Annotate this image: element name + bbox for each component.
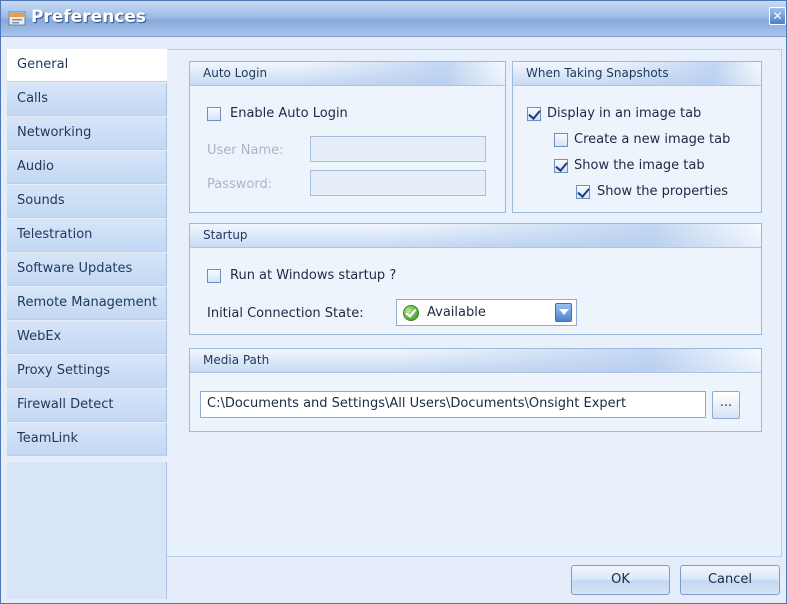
auto-login-header: Auto Login: [190, 62, 505, 86]
snapshots-header: When Taking Snapshots: [513, 62, 761, 86]
enable-auto-login-checkbox[interactable]: [207, 107, 221, 121]
sidebar-empty-area: [7, 462, 167, 599]
sidebar-item-remote-management[interactable]: Remote Management: [7, 287, 167, 320]
media-path-header: Media Path: [190, 349, 761, 373]
sidebar-item-audio[interactable]: Audio: [7, 151, 167, 184]
cancel-button[interactable]: Cancel: [680, 565, 780, 595]
preferences-window: Preferences ✕ General Calls Networking A…: [0, 0, 787, 604]
username-field[interactable]: [310, 136, 486, 162]
create-new-image-tab-label[interactable]: Create a new image tab: [574, 132, 730, 147]
sidebar-item-firewall-detect[interactable]: Firewall Detect: [7, 389, 167, 422]
window-title: Preferences: [31, 7, 147, 27]
username-label: User Name:: [207, 143, 284, 158]
connection-state-value: Available: [427, 305, 486, 320]
sidebar-item-software-updates[interactable]: Software Updates: [7, 253, 167, 286]
title-bar[interactable]: Preferences ✕: [1, 1, 786, 37]
sidebar-item-webex[interactable]: WebEx: [7, 321, 167, 354]
available-status-icon: [403, 305, 419, 321]
show-image-tab-label[interactable]: Show the image tab: [574, 158, 705, 173]
sidebar-item-telestration[interactable]: Telestration: [7, 219, 167, 252]
display-image-tab-checkbox[interactable]: [527, 107, 541, 121]
auto-login-group: Auto Login Enable Auto Login User Name: …: [189, 61, 506, 213]
display-image-tab-label[interactable]: Display in an image tab: [547, 106, 701, 121]
sidebar-item-proxy-settings[interactable]: Proxy Settings: [7, 355, 167, 388]
sidebar-item-sounds[interactable]: Sounds: [7, 185, 167, 218]
run-at-startup-label[interactable]: Run at Windows startup ?: [230, 268, 396, 283]
auto-login-title: Auto Login: [203, 66, 268, 80]
chevron-down-icon[interactable]: [555, 303, 572, 322]
media-path-field[interactable]: C:\Documents and Settings\All Users\Docu…: [200, 391, 706, 418]
general-settings-panel: Auto Login Enable Auto Login User Name: …: [167, 49, 782, 557]
sidebar-item-general[interactable]: General: [7, 49, 168, 82]
ok-button[interactable]: OK: [571, 565, 670, 595]
connection-state-label: Initial Connection State:: [207, 306, 364, 321]
category-sidebar: General Calls Networking Audio Sounds Te…: [7, 49, 168, 599]
sidebar-item-teamlink[interactable]: TeamLink: [7, 423, 167, 456]
media-path-group: Media Path C:\Documents and Settings\All…: [189, 348, 762, 432]
close-button[interactable]: ✕: [769, 7, 786, 25]
show-properties-checkbox[interactable]: [576, 185, 590, 199]
media-path-title: Media Path: [203, 353, 270, 367]
browse-button[interactable]: ...: [712, 391, 740, 419]
sidebar-item-networking[interactable]: Networking: [7, 117, 167, 150]
password-label: Password:: [207, 177, 273, 192]
show-properties-label[interactable]: Show the properties: [597, 184, 728, 199]
snapshots-title: When Taking Snapshots: [526, 66, 669, 80]
sidebar-item-calls[interactable]: Calls: [7, 83, 167, 116]
connection-state-select[interactable]: Available: [396, 299, 577, 326]
password-field[interactable]: [310, 170, 486, 196]
snapshots-group: When Taking Snapshots Display in an imag…: [512, 61, 762, 213]
startup-title: Startup: [203, 228, 248, 242]
close-icon: ✕: [772, 9, 783, 23]
show-image-tab-checkbox[interactable]: [554, 159, 568, 173]
preferences-app-icon: [8, 11, 26, 26]
run-at-startup-checkbox[interactable]: [207, 269, 221, 283]
enable-auto-login-label[interactable]: Enable Auto Login: [230, 106, 348, 121]
startup-group: Startup Run at Windows startup ? Initial…: [189, 223, 762, 335]
create-new-image-tab-checkbox[interactable]: [554, 133, 568, 147]
startup-header: Startup: [190, 224, 761, 248]
